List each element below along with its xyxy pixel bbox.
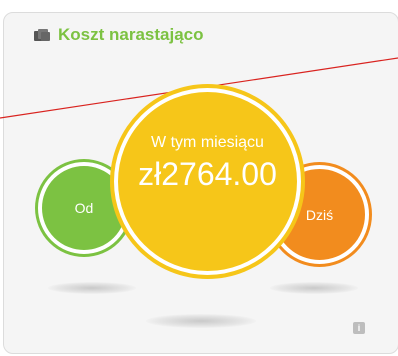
- info-icon[interactable]: i: [353, 322, 365, 334]
- this-month-circle[interactable]: W tym miesiącu zł2764.00: [114, 88, 301, 275]
- this-month-label: W tym miesiącu: [151, 134, 264, 151]
- today-circle-label: Dziś: [305, 206, 334, 223]
- widget-title: Koszt narastająco: [58, 25, 204, 44]
- widget-header: Koszt narastająco: [33, 25, 204, 45]
- this-month-value: zł2764.00: [138, 156, 277, 192]
- circle-shadow-left: [48, 282, 136, 294]
- from-circle-label: Od: [74, 200, 94, 216]
- circle-shadow-right: [270, 282, 358, 294]
- circle-shadow-center: [146, 314, 256, 328]
- folder-stack-icon: [33, 28, 51, 42]
